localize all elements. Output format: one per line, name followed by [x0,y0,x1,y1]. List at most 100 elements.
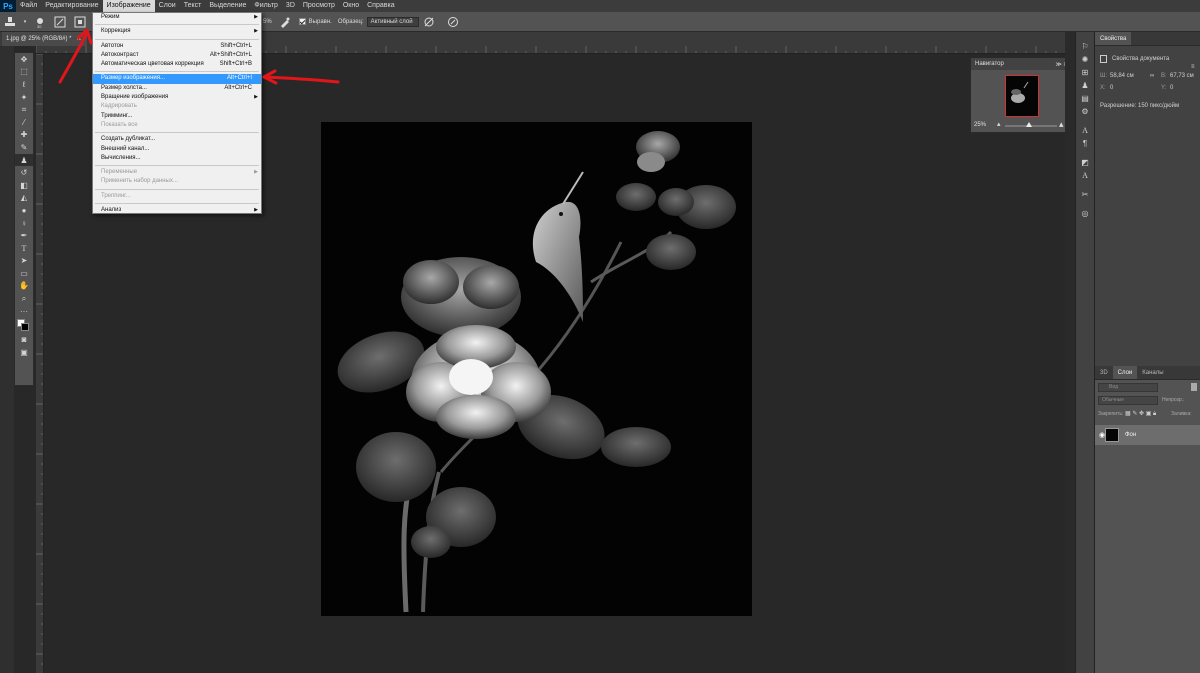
y-value[interactable]: 0 [1170,85,1173,91]
navigator-zoom-knob[interactable] [1026,122,1032,127]
tab-3d[interactable]: 3D [1095,366,1113,379]
marquee-tool-icon[interactable]: ⬚ [15,66,33,79]
chevron-down-icon[interactable]: ▾ [22,15,28,29]
navigator-zoom-value[interactable]: 25% [974,122,986,128]
menu-layers[interactable]: Слои [155,0,180,12]
character-icon[interactable]: A [1076,124,1094,137]
ignore-adjustment-layers-icon[interactable] [421,15,437,29]
image-menu-item[interactable]: Внешний канал... [93,145,261,154]
menu-edit[interactable]: Редактирование [41,0,102,12]
chain-link-icon[interactable]: ∞ [1150,73,1154,79]
menu-image[interactable]: Изображение [102,0,155,12]
shape-tool-icon[interactable]: ▭ [15,267,33,280]
more-tools-icon[interactable]: ··· [15,305,33,318]
zoom-in-icon[interactable]: ▴ [1059,119,1064,130]
brush-panel-icon[interactable] [52,15,68,29]
magic-wand-tool-icon[interactable]: ✦ [15,91,33,104]
clone-stamp-tool-icon[interactable]: ♟ [15,153,33,167]
tab-channels[interactable]: Каналы [1137,366,1168,379]
close-icon[interactable]: × [76,32,81,46]
eye-icon[interactable]: ◉ [1099,431,1105,439]
image-menu-item[interactable]: Тримминг... [93,112,261,121]
brush-preset-icon[interactable]: 30 [32,15,48,29]
history-icon[interactable]: ⚐ [1076,40,1094,53]
blur-tool-icon[interactable]: ● [15,204,33,217]
sample-select[interactable]: Активный слой [366,16,419,27]
color-swatches[interactable] [15,317,33,333]
lasso-tool-icon[interactable]: ℓ [15,78,33,91]
hand-tool-icon[interactable]: ✋ [15,280,33,293]
background-color-swatch[interactable] [21,323,29,332]
image-menu-item: Применить набор данных... [93,177,261,186]
menu-help[interactable]: Справка [363,0,398,12]
libraries-icon[interactable]: ▤ [1076,92,1094,105]
quick-mask-icon[interactable]: ◙ [15,333,33,346]
move-tool-icon[interactable]: ✥ [15,53,33,66]
brush-tool-icon[interactable]: ✎ [15,141,33,154]
submenu-arrow-icon: ▶ [254,169,258,176]
menu-file[interactable]: Файл [16,0,41,12]
x-value[interactable]: 0 [1110,85,1113,91]
navigator-thumbnail[interactable] [1005,75,1039,117]
menu-view[interactable]: Просмотр [299,0,339,12]
path-selection-tool-icon[interactable]: ➤ [15,255,33,268]
zoom-out-icon[interactable]: ▴ [997,120,1001,128]
dodge-tool-icon[interactable]: ♀ [15,217,33,230]
lock-icons[interactable]: ▦ ✎ ✥ ▣ 🔒︎ [1125,410,1156,418]
image-menu-item[interactable]: Автоматическая цветовая коррекция Shift+C… [93,60,261,69]
styles-icon[interactable]: A [1076,169,1094,182]
properties-icon[interactable]: ⚙ [1076,105,1094,118]
panel-menu-icon[interactable]: ≡ [1191,64,1195,70]
clone-source-panel-icon[interactable]: ♟ [1076,79,1094,92]
menu-select[interactable]: Выделение [205,0,250,12]
menu-item-label: Треппинг... [101,192,131,199]
layer-row-background[interactable]: ◉ Фон [1095,425,1200,445]
align-checkbox[interactable] [298,18,306,25]
document-tab[interactable]: 1.jpg @ 25% (RGB/8#) * × [2,32,88,46]
paint-bucket-tool-icon[interactable]: ◭ [15,192,33,205]
airbrush-icon[interactable] [277,15,293,29]
menu-filter[interactable]: Фильтр [250,0,282,12]
paragraph-icon[interactable]: ¶ [1076,137,1094,150]
eraser-tool-icon[interactable]: ◧ [15,179,33,192]
layer-filter-input[interactable]: Вид [1098,383,1158,392]
image-menu-item[interactable]: Режим ▶ [93,13,261,22]
3d-icon[interactable]: ◎ [1076,207,1094,220]
swatches-icon[interactable]: ◩ [1076,156,1094,169]
image-menu-item[interactable]: Коррекция ▶ [93,27,261,36]
image-menu-item[interactable]: Создать дубликат... [93,135,261,144]
image-menu-item[interactable]: Размер изображения... Alt+Ctrl+I [93,74,261,84]
image-menu-item[interactable]: Анализ ▶ [93,206,261,215]
brush-settings-icon[interactable]: ✺ [1076,53,1094,66]
width-value[interactable]: 58,84 см [1110,73,1134,79]
screen-mode-icon[interactable]: ▣ [15,346,33,359]
eyedropper-tool-icon[interactable]: ⁄ [15,116,33,129]
filter-toggle-icon[interactable] [1191,383,1197,391]
tool-presets-icon[interactable]: ✂ [1076,188,1094,201]
blend-mode-select[interactable]: Обычные [1098,396,1158,405]
tab-layers[interactable]: Слои [1112,366,1138,379]
clone-source-icon[interactable] [72,15,88,29]
history-brush-tool-icon[interactable]: ↺ [15,166,33,179]
clone-stamp-icon[interactable] [2,15,18,29]
zoom-tool-icon[interactable]: ⌕ [15,292,33,305]
crop-tool-icon[interactable]: ⌗ [15,103,33,116]
menu-window[interactable]: Окно [339,0,363,12]
image-menu-item[interactable]: Вращение изображения ▶ [93,93,261,102]
adjustments-icon[interactable]: ⊞ [1076,66,1094,79]
pen-tool-icon[interactable]: ✒ [15,229,33,242]
tab-properties[interactable]: Свойства [1095,32,1132,45]
healing-brush-tool-icon[interactable]: ✚ [15,129,33,142]
menu-3d[interactable]: 3D [282,0,299,12]
menu-type[interactable]: Текст [180,0,206,12]
image-menu-item[interactable]: Автотон Shift+Ctrl+L [93,42,261,51]
type-tool-icon[interactable]: T [15,242,33,255]
menu-item-shortcut: Alt+Ctrl+C [224,84,252,91]
image-menu-item[interactable]: Вычисления... [93,154,261,163]
height-value[interactable]: 67,73 см [1170,73,1194,79]
image-menu-item[interactable]: Размер холста... Alt+Ctrl+C [93,84,261,93]
image-menu-item[interactable]: Автоконтраст Alt+Shift+Ctrl+L [93,51,261,60]
document-canvas[interactable] [321,122,752,616]
menu-separator [95,24,259,26]
pressure-size-icon[interactable] [445,15,461,29]
